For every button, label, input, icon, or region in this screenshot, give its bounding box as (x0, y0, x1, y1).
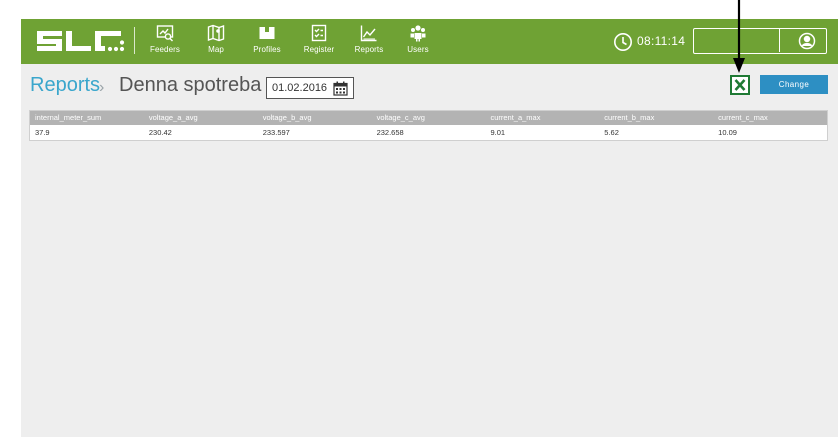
user-login-box (693, 28, 827, 54)
nav-feeders[interactable]: Feeders (147, 22, 183, 60)
slc-logo[interactable] (35, 27, 137, 55)
feeders-icon (156, 25, 174, 42)
column-header[interactable]: current_b_max (599, 111, 713, 125)
nav-register[interactable]: Register (299, 22, 339, 60)
nav-profiles[interactable]: Profiles (250, 22, 284, 60)
column-header[interactable]: internal_meter_sum (30, 111, 144, 125)
nav-map[interactable]: Map (201, 22, 231, 60)
map-icon (207, 24, 225, 42)
reports-icon (360, 25, 377, 42)
table-cell: 9.01 (490, 128, 506, 137)
users-icon (410, 25, 426, 42)
nav-reports-label: Reports (354, 45, 384, 54)
nav-register-label: Register (303, 45, 335, 54)
excel-export-icon[interactable] (730, 75, 750, 95)
column-header[interactable]: voltage_a_avg (144, 111, 258, 125)
breadcrumb-reports[interactable]: Reports (30, 74, 100, 97)
current-time: 08:11:14 (637, 34, 686, 48)
clock-icon (614, 33, 632, 51)
date-value: 01.02.2016 (272, 82, 328, 94)
table-cell: 230.42 (148, 128, 172, 137)
nav-profiles-label: Profiles (253, 45, 281, 54)
app-window: Feeders Map Profiles Register Reports Us… (21, 19, 838, 437)
profiles-icon (259, 27, 275, 39)
column-header[interactable]: voltage_c_avg (372, 111, 486, 125)
table-row: 37.9 230.42 233.597 232.658 9.01 5.62 10… (30, 125, 827, 140)
breadcrumb-separator: › (99, 79, 105, 96)
report-table: internal_meter_sum voltage_a_avg voltage… (29, 110, 828, 141)
date-picker[interactable]: 01.02.2016 (266, 77, 354, 99)
user-account-icon[interactable] (798, 32, 816, 50)
table-cell: 10.09 (718, 128, 737, 137)
page-title: Denna spotreba (119, 74, 262, 96)
table-header-row: internal_meter_sum voltage_a_avg voltage… (30, 111, 827, 125)
nav-users-label: Users (407, 45, 429, 54)
top-navigation-bar: Feeders Map Profiles Register Reports Us… (21, 19, 838, 64)
nav-reports[interactable]: Reports (351, 22, 387, 60)
column-header[interactable]: current_a_max (485, 111, 599, 125)
table-cell: 232.658 (376, 128, 404, 137)
change-button[interactable]: Change (760, 75, 828, 94)
table-cell: 5.62 (604, 128, 619, 137)
nav-map-label: Map (208, 45, 224, 54)
column-header[interactable]: current_c_max (713, 111, 827, 125)
nav-feeders-label: Feeders (149, 45, 181, 54)
register-icon (311, 24, 327, 42)
annotation-arrow (733, 0, 745, 73)
table-cell: 37.9 (35, 128, 50, 137)
calendar-icon[interactable] (333, 81, 348, 96)
logo-divider (134, 27, 135, 54)
column-header[interactable]: voltage_b_avg (258, 111, 372, 125)
table-cell: 233.597 (262, 128, 290, 137)
nav-users[interactable]: Users (405, 22, 431, 60)
